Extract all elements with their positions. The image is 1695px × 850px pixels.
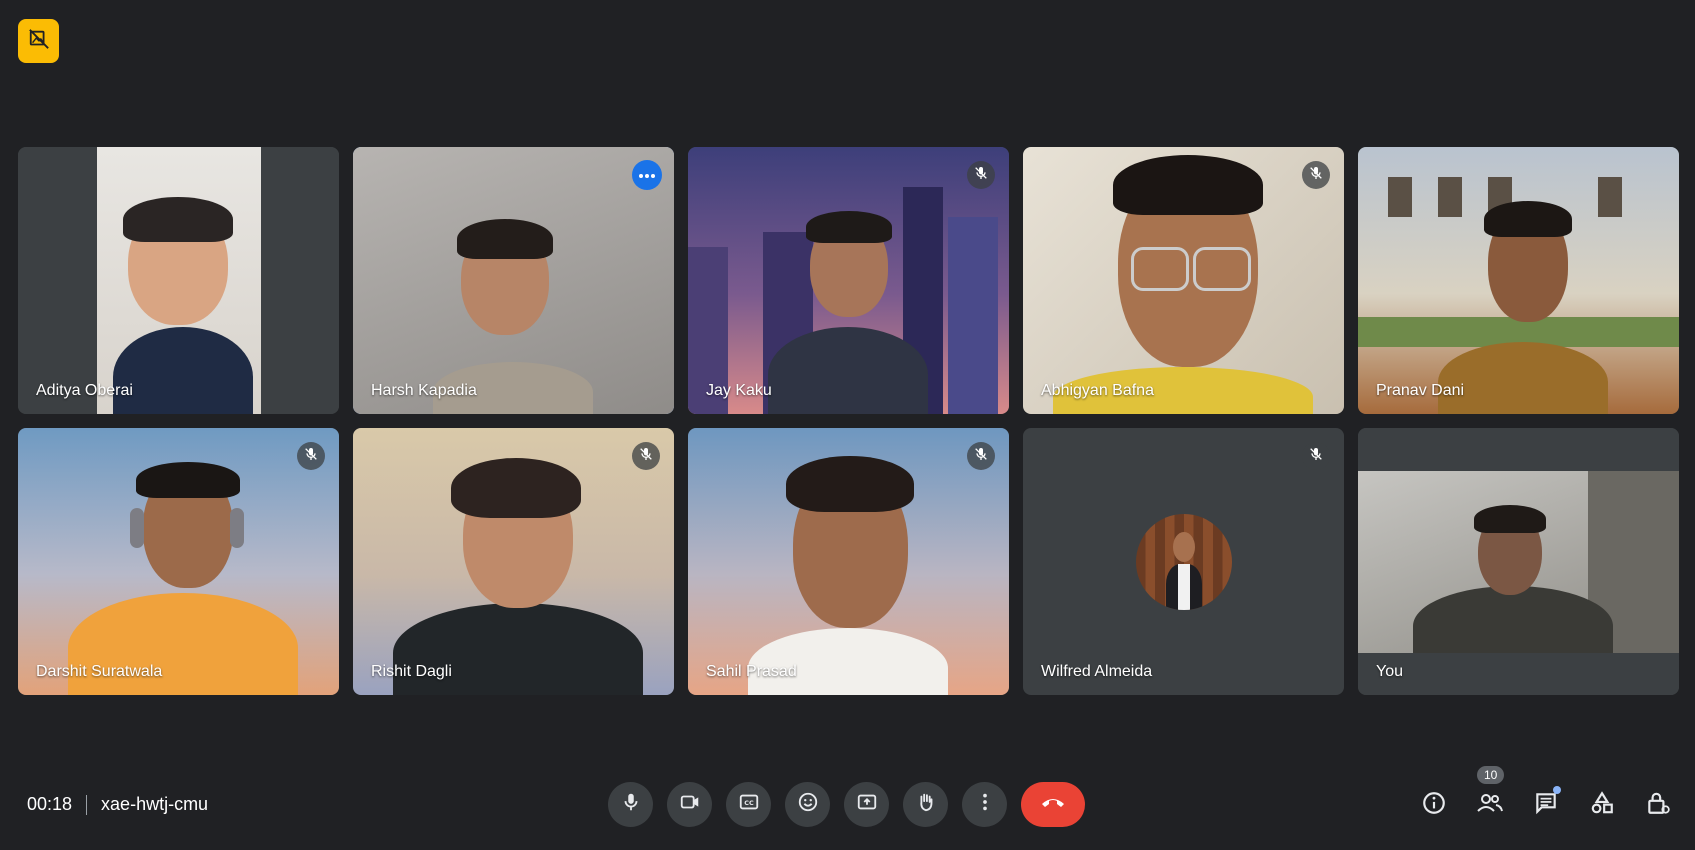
muted-indicator [967,161,995,189]
more-options-icon [974,791,996,818]
participant-name: Abhigyan Bafna [1041,382,1154,399]
present-button[interactable] [844,782,889,827]
leave-call-button[interactable] [1021,782,1085,827]
participant-tile[interactable]: Darshit Suratwala [18,428,339,695]
participant-tile[interactable]: Pranav Dani [1358,147,1679,414]
camera-button[interactable] [667,782,712,827]
meeting-toolbar: 00:18 xae-hwtj-cmu CC 10 [0,766,1695,850]
more-options-button[interactable] [962,782,1007,827]
muted-indicator [297,442,325,470]
participant-tile[interactable]: Rishit Dagli [353,428,674,695]
participant-name: Pranav Dani [1376,382,1465,399]
participant-name: You [1376,663,1403,680]
info-icon [1421,790,1447,821]
participant-grid: Aditya Oberai Harsh Kapadia Jay Kaku Abh… [18,147,1679,695]
participant-tile[interactable]: Aditya Oberai [18,147,339,414]
end-call-icon [1040,795,1066,814]
chat-button[interactable] [1527,786,1565,824]
participant-name: Harsh Kapadia [371,382,477,399]
participant-name: Darshit Suratwala [36,663,163,680]
muted-indicator [1302,442,1330,470]
more-horiz-icon [638,166,656,184]
mic-off-icon [303,446,319,467]
captions-icon: CC [738,791,760,818]
participant-tile[interactable]: Jay Kaku [688,147,1009,414]
muted-indicator [632,442,660,470]
meeting-details-button[interactable] [1415,786,1453,824]
emoji-icon [797,791,819,818]
host-controls-icon [1645,790,1671,821]
participant-name: Aditya Oberai [36,382,133,399]
participant-tile[interactable]: Harsh Kapadia [353,147,674,414]
svg-text:CC: CC [744,799,754,807]
participant-name: Wilfred Almeida [1041,663,1153,680]
call-controls: CC [608,782,1085,827]
participant-tile-self[interactable]: You [1358,428,1679,695]
present-icon [856,791,878,818]
participant-name: Sahil Prasad [706,663,797,680]
side-panel-controls: 10 [1415,766,1677,824]
mic-off-icon [1308,165,1324,186]
more-options-button[interactable] [632,160,662,190]
notification-dot [1553,786,1561,794]
raise-hand-button[interactable] [903,782,948,827]
people-icon [1476,790,1504,821]
participant-name: Jay Kaku [706,382,772,399]
participant-name: Rishit Dagli [371,663,452,680]
microphone-button[interactable] [608,782,653,827]
participant-tile[interactable]: Abhigyan Bafna [1023,147,1344,414]
mic-off-icon [1308,446,1324,467]
reactions-button[interactable] [785,782,830,827]
activities-button[interactable] [1583,786,1621,824]
host-controls-button[interactable] [1639,786,1677,824]
meeting-code: xae-hwtj-cmu [101,794,209,814]
mic-off-icon [973,165,989,186]
participant-tile[interactable]: Sahil Prasad [688,428,1009,695]
mic-icon [620,791,642,818]
participant-tile[interactable]: Wilfred Almeida [1023,428,1344,695]
muted-indicator [1302,161,1330,189]
muted-indicator [967,442,995,470]
mic-off-icon [973,446,989,467]
captions-button[interactable]: CC [726,782,771,827]
meeting-clock: 00:18 [27,794,73,814]
people-button[interactable]: 10 [1471,766,1509,824]
activities-icon [1589,790,1615,821]
no-camera-icon [28,28,50,55]
chat-icon [1533,790,1559,821]
divider [86,794,88,815]
raise-hand-icon [915,791,937,818]
people-count-badge: 10 [1477,766,1505,784]
camera-icon [679,791,701,818]
mic-off-icon [638,446,654,467]
meeting-details: 00:18 xae-hwtj-cmu [27,794,208,815]
recording-indicator[interactable] [18,19,59,63]
avatar [1135,513,1232,610]
